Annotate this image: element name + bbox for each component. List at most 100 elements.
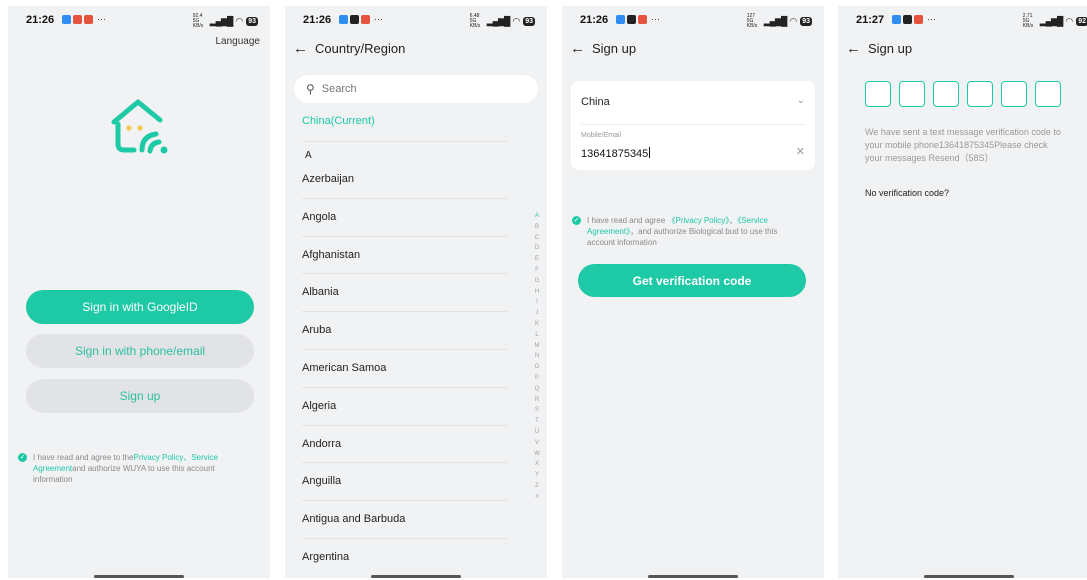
wifi-icon: ◠ (789, 16, 798, 26)
home-indicator (94, 575, 184, 578)
checkbox-checked-icon[interactable]: ✓ (572, 216, 581, 225)
signup-button[interactable]: Sign up (26, 379, 254, 413)
clear-icon[interactable]: ✕ (796, 145, 805, 158)
chevron-down-icon[interactable]: ⌄ (797, 95, 805, 106)
app-logo-icon (111, 99, 168, 154)
status-indicators: 92.4 5G KB/s ▂▄▆█ ◠ 93 (193, 14, 258, 29)
status-bar: 21:26 ··· 127 5G KB/s ▂▄▆█ ◠ 93 (562, 13, 824, 29)
signal-icon: ▂▄▆█ (1039, 16, 1064, 26)
home-indicator (371, 575, 461, 578)
code-digit-box[interactable] (1035, 81, 1061, 107)
alphabet-index-letter[interactable]: K (532, 319, 542, 330)
text-caret (649, 147, 651, 158)
page-title: Country/Region (315, 41, 406, 56)
country-item[interactable]: American Samoa (302, 350, 507, 388)
login-screen: 21:26 ··· 92.4 5G KB/s ▂▄▆█ ◠ 93 Languag… (8, 6, 270, 578)
header: ← Country/Region (293, 40, 405, 57)
code-digit-box[interactable] (1001, 81, 1027, 107)
alphabet-index-letter[interactable]: Y (532, 470, 542, 481)
code-digit-box[interactable] (967, 81, 993, 107)
wifi-icon: ◠ (512, 16, 521, 26)
alphabet-index-letter[interactable]: N (532, 351, 542, 362)
alphabet-index-letter[interactable]: P (532, 373, 542, 384)
no-code-link[interactable]: No verification code? (865, 188, 949, 198)
alphabet-index-letter[interactable]: X (532, 459, 542, 470)
signal-icon: ▂▄▆█ (209, 16, 234, 26)
current-country[interactable]: China(Current) (302, 115, 375, 127)
country-item[interactable]: Angola (302, 199, 507, 237)
country-item[interactable]: Andorra (302, 426, 507, 464)
verification-code-inputs[interactable] (865, 81, 1061, 107)
alphabet-index-letter[interactable]: S (532, 405, 542, 416)
status-indicators: 6.48 5G KB/s ▂▄▆█ ◠ 93 (470, 14, 535, 29)
back-arrow-icon[interactable]: ← (846, 40, 868, 57)
country-item[interactable]: Azerbaijan (302, 161, 507, 199)
notification-icons: ··· (616, 15, 660, 24)
back-arrow-icon[interactable]: ← (293, 40, 315, 57)
network-speed: 2.71 5G KB/s (1022, 13, 1034, 29)
alphabet-index-letter[interactable]: A (532, 211, 542, 222)
wifi-icon: ◠ (235, 16, 244, 26)
alphabet-index-letter[interactable]: W (532, 449, 542, 460)
alphabet-index-letter[interactable]: V (532, 438, 542, 449)
notification-icons: ··· (339, 15, 383, 24)
country-item[interactable]: Anguilla (302, 463, 507, 502)
country-select-value[interactable]: China (581, 96, 610, 108)
signal-icon: ▂▄▆█ (763, 16, 788, 26)
alphabet-index-letter[interactable]: Q (532, 384, 542, 395)
alphabet-index-letter[interactable]: Z (532, 481, 542, 492)
alphabet-index-letter[interactable]: T (532, 416, 542, 427)
alphabet-index-letter[interactable]: H (532, 287, 542, 298)
alphabet-index-letter[interactable]: L (532, 330, 542, 341)
code-digit-box[interactable] (933, 81, 959, 107)
alphabet-index-letter[interactable]: D (532, 243, 542, 254)
checkbox-checked-icon[interactable]: ✓ (18, 453, 27, 462)
google-signin-button[interactable]: Sign in with GoogleID (26, 290, 254, 324)
language-link[interactable]: Language (216, 36, 261, 47)
alphabet-index-letter[interactable]: R (532, 395, 542, 406)
alphabet-index-letter[interactable]: M (532, 341, 542, 352)
home-indicator (924, 575, 1014, 578)
network-speed: 6.48 5G KB/s (469, 13, 481, 29)
code-sent-message: We have sent a text message verification… (865, 127, 1061, 163)
country-item[interactable]: Aruba (302, 312, 507, 350)
country-item[interactable]: Antigua and Barbuda (302, 501, 507, 539)
battery-icon: 92 (1076, 17, 1087, 26)
search-input[interactable] (319, 82, 514, 96)
code-digit-box[interactable] (865, 81, 891, 107)
alphabet-index-letter[interactable]: G (532, 276, 542, 287)
page-title: Sign up (868, 41, 913, 56)
status-time: 21:27 (856, 14, 885, 26)
alphabet-index-letter[interactable]: U (532, 427, 542, 438)
alphabet-index-letter[interactable]: I (532, 297, 542, 308)
status-bar: 21:26 ··· 92.4 5G KB/s ▂▄▆█ ◠ 93 (8, 14, 270, 29)
status-time: 21:26 (303, 14, 332, 26)
alphabet-index[interactable]: A B C D E F G H I J K L M N O P Q R S T U V W X Y Z # (532, 211, 542, 503)
privacy-policy-link[interactable]: Privacy Policy (134, 453, 184, 462)
search-bar[interactable]: ⚲ (294, 75, 538, 103)
agreement-text: I have read and agree 《Privacy Policy》、《… (587, 215, 802, 248)
country-item[interactable]: Algeria (302, 388, 507, 426)
country-region-screen: 21:26 ··· 6.48 5G KB/s ▂▄▆█ ◠ 93 ← Count… (285, 6, 547, 578)
get-verification-code-button[interactable]: Get verification code (578, 264, 806, 297)
alphabet-index-letter[interactable]: C (532, 233, 542, 244)
phone-signin-button[interactable]: Sign in with phone/email (26, 334, 254, 368)
alphabet-index-letter[interactable]: F (532, 265, 542, 276)
mobile-email-input[interactable]: 13641875345 (581, 147, 651, 160)
alphabet-index-letter[interactable]: E (532, 254, 542, 265)
alphabet-index-letter[interactable]: J (532, 308, 542, 319)
country-item[interactable]: Afghanistan (302, 237, 507, 275)
code-digit-box[interactable] (899, 81, 925, 107)
alphabet-index-letter[interactable]: B (532, 222, 542, 233)
network-speed: 127 5G KB/s (746, 13, 758, 29)
country-item[interactable]: Albania (302, 274, 507, 313)
alphabet-index-letter[interactable]: O (532, 362, 542, 373)
country-item[interactable]: Argentina (302, 539, 507, 577)
notification-icons: ··· (892, 15, 936, 24)
back-arrow-icon[interactable]: ← (570, 40, 592, 57)
agreement-prefix: I have read and agree to the (33, 453, 134, 462)
alphabet-index-letter[interactable]: # (532, 492, 542, 503)
divider (302, 141, 507, 142)
privacy-policy-link[interactable]: 《Privacy Policy》 (668, 216, 730, 225)
header: ← Sign up (846, 40, 912, 57)
